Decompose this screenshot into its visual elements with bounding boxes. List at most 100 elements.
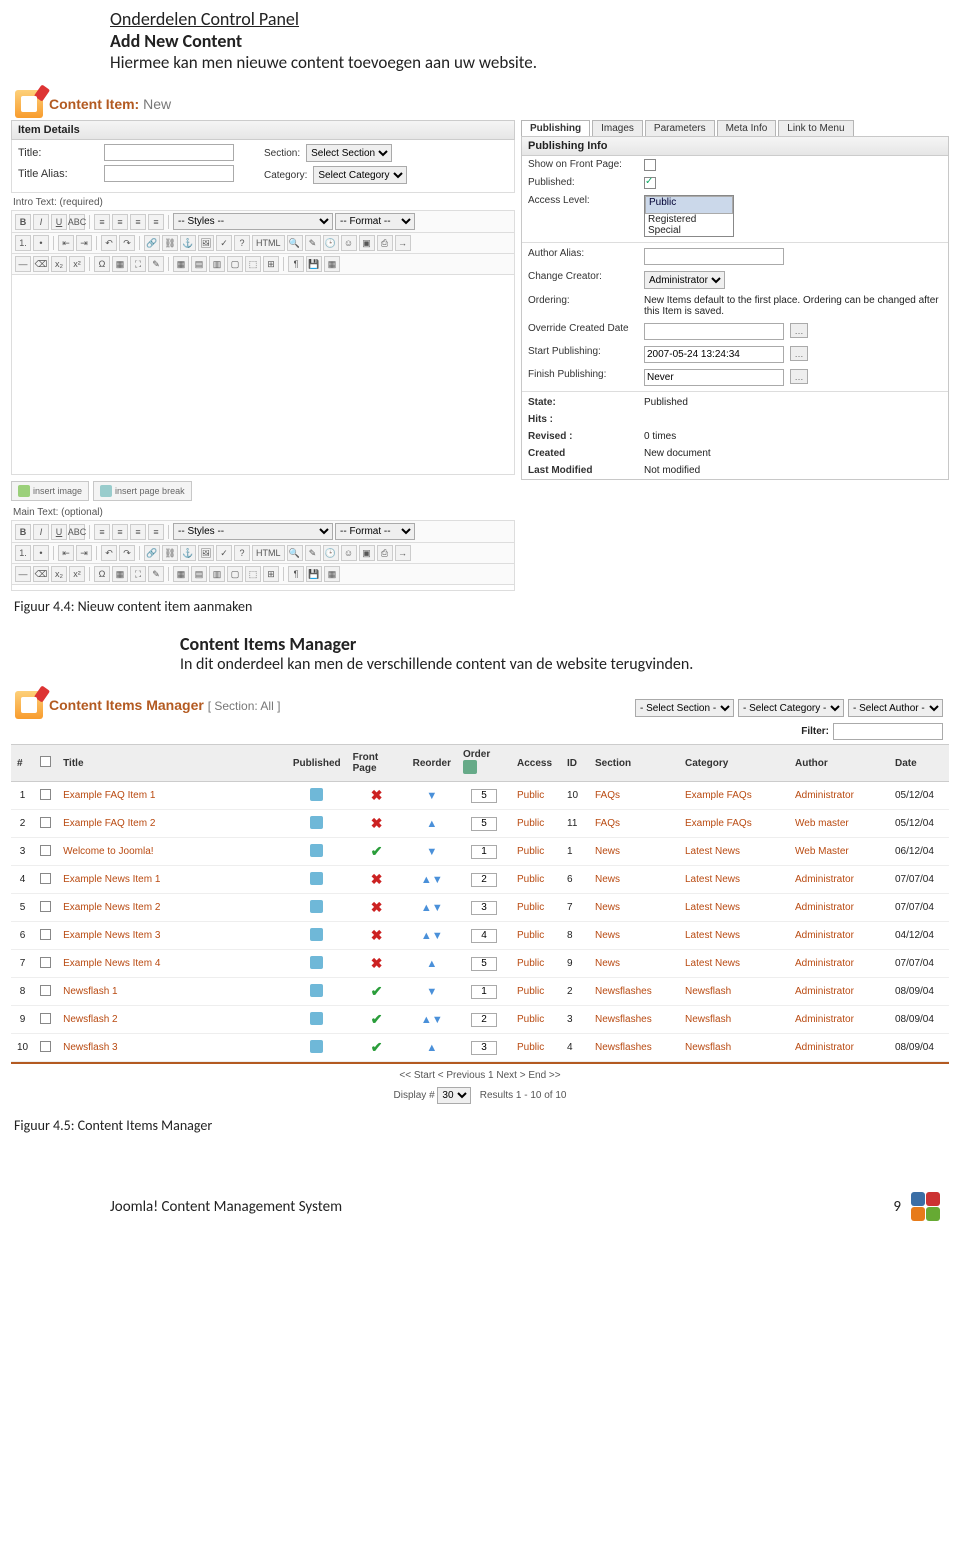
frontpage-yes-icon[interactable]: ✔: [371, 1039, 383, 1055]
html-icon[interactable]: HTML: [252, 545, 285, 561]
ol-icon[interactable]: 1.: [15, 545, 31, 561]
omega-icon[interactable]: Ω: [94, 566, 110, 582]
visualaid-icon[interactable]: ▦: [112, 256, 128, 272]
reorder-up-icon[interactable]: ▲: [421, 930, 432, 942]
subscript-icon[interactable]: x₂: [51, 566, 67, 582]
main-editor-area[interactable]: [11, 585, 515, 591]
category-select[interactable]: Select Category: [313, 166, 407, 184]
row-checkbox[interactable]: [40, 957, 51, 968]
author-link[interactable]: Administrator: [795, 958, 854, 969]
help-icon[interactable]: ?: [234, 235, 250, 251]
help-icon[interactable]: ?: [234, 545, 250, 561]
section-link[interactable]: Newsflashes: [595, 1042, 652, 1053]
reorder-up-icon[interactable]: ▲: [426, 818, 437, 830]
cell-icon[interactable]: ▢: [227, 566, 243, 582]
italic-icon[interactable]: I: [33, 214, 49, 230]
redo-icon[interactable]: ↷: [119, 235, 135, 251]
filter-author-select[interactable]: - Select Author -: [848, 699, 943, 717]
item-title-link[interactable]: Example FAQ Item 2: [63, 818, 155, 829]
underline-icon[interactable]: U: [51, 524, 67, 540]
order-input[interactable]: [471, 985, 497, 999]
section-link[interactable]: News: [595, 874, 620, 885]
align-center-icon[interactable]: ≡: [112, 214, 128, 230]
replace-icon[interactable]: ✎: [305, 545, 321, 561]
published-icon[interactable]: [310, 844, 323, 857]
section-link[interactable]: Newsflashes: [595, 1014, 652, 1025]
underline-icon[interactable]: U: [51, 214, 67, 230]
col-section[interactable]: Section: [589, 745, 679, 782]
print-icon[interactable]: ⎙: [377, 545, 393, 561]
image-icon[interactable]: 🖼: [198, 235, 214, 251]
author-alias-input[interactable]: [644, 248, 784, 265]
intro-editor-area[interactable]: [11, 275, 515, 475]
title-input[interactable]: [104, 144, 234, 161]
cell-icon[interactable]: ▢: [227, 256, 243, 272]
item-title-link[interactable]: Newsflash 2: [63, 1014, 117, 1025]
unlink-icon[interactable]: ⛓: [162, 545, 178, 561]
time-icon[interactable]: 🕒: [323, 235, 339, 251]
category-link[interactable]: Newsflash: [685, 1014, 731, 1025]
superscript-icon[interactable]: x²: [69, 566, 85, 582]
tab-meta[interactable]: Meta Info: [717, 120, 777, 136]
access-link[interactable]: Public: [517, 1042, 544, 1053]
edit-icon[interactable]: ✎: [148, 256, 164, 272]
tab-parameters[interactable]: Parameters: [645, 120, 715, 136]
frontpage-yes-icon[interactable]: ✔: [371, 1011, 383, 1027]
title-alias-input[interactable]: [104, 165, 234, 182]
reorder-down-icon[interactable]: ▼: [426, 790, 437, 802]
omega-icon[interactable]: Ω: [94, 256, 110, 272]
link-icon[interactable]: 🔗: [144, 545, 160, 561]
col-published[interactable]: Published: [287, 745, 347, 782]
unlink-icon[interactable]: ⛓: [162, 235, 178, 251]
row-checkbox[interactable]: [40, 817, 51, 828]
col-title[interactable]: Title: [57, 745, 287, 782]
visualaid-icon[interactable]: ▦: [112, 566, 128, 582]
fullscreen-icon[interactable]: ⛶: [130, 256, 146, 272]
category-link[interactable]: Example FAQs: [685, 818, 752, 829]
find-icon[interactable]: 🔍: [287, 545, 303, 561]
category-link[interactable]: Latest News: [685, 874, 740, 885]
styles-select[interactable]: -- Styles --: [173, 213, 333, 230]
section-link[interactable]: Newsflashes: [595, 986, 652, 997]
order-input[interactable]: [471, 845, 497, 859]
published-icon[interactable]: [310, 956, 323, 969]
section-link[interactable]: FAQs: [595, 790, 620, 801]
author-link[interactable]: Administrator: [795, 986, 854, 997]
hr-icon[interactable]: —: [15, 566, 31, 582]
access-link[interactable]: Public: [517, 846, 544, 857]
styles-select[interactable]: -- Styles --: [173, 523, 333, 540]
reorder-down-icon[interactable]: ▼: [432, 1014, 443, 1026]
frontpage-no-icon[interactable]: ✖: [371, 815, 383, 831]
filter-input[interactable]: [833, 723, 943, 740]
author-link[interactable]: Administrator: [795, 1042, 854, 1053]
access-link[interactable]: Public: [517, 874, 544, 885]
row-icon[interactable]: ▤: [191, 256, 207, 272]
align-center-icon[interactable]: ≡: [112, 524, 128, 540]
time-icon[interactable]: 🕒: [323, 545, 339, 561]
col-date[interactable]: Date: [889, 745, 949, 782]
calendar-icon[interactable]: …: [790, 369, 808, 384]
format-select[interactable]: -- Format --: [335, 523, 415, 540]
row-checkbox[interactable]: [40, 929, 51, 940]
reorder-down-icon[interactable]: ▼: [432, 902, 443, 914]
filter-category-select[interactable]: - Select Category -: [738, 699, 844, 717]
save-order-icon[interactable]: [463, 760, 477, 774]
category-link[interactable]: Newsflash: [685, 1042, 731, 1053]
author-link[interactable]: Administrator: [795, 902, 854, 913]
section-link[interactable]: News: [595, 846, 620, 857]
split-icon[interactable]: ⊞: [263, 566, 279, 582]
media-icon[interactable]: ▣: [359, 545, 375, 561]
align-left-icon[interactable]: ≡: [94, 524, 110, 540]
item-title-link[interactable]: Example News Item 2: [63, 902, 160, 913]
reorder-down-icon[interactable]: ▼: [432, 930, 443, 942]
item-title-link[interactable]: Example FAQ Item 1: [63, 790, 155, 801]
align-right-icon[interactable]: ≡: [130, 524, 146, 540]
order-input[interactable]: [471, 957, 497, 971]
emoji-icon[interactable]: ☺: [341, 545, 357, 561]
table-icon[interactable]: ▦: [173, 256, 189, 272]
col-icon[interactable]: ▥: [209, 566, 225, 582]
col-category[interactable]: Category: [679, 745, 789, 782]
published-checkbox[interactable]: [644, 177, 656, 189]
subscript-icon[interactable]: x₂: [51, 256, 67, 272]
published-icon[interactable]: [310, 900, 323, 913]
